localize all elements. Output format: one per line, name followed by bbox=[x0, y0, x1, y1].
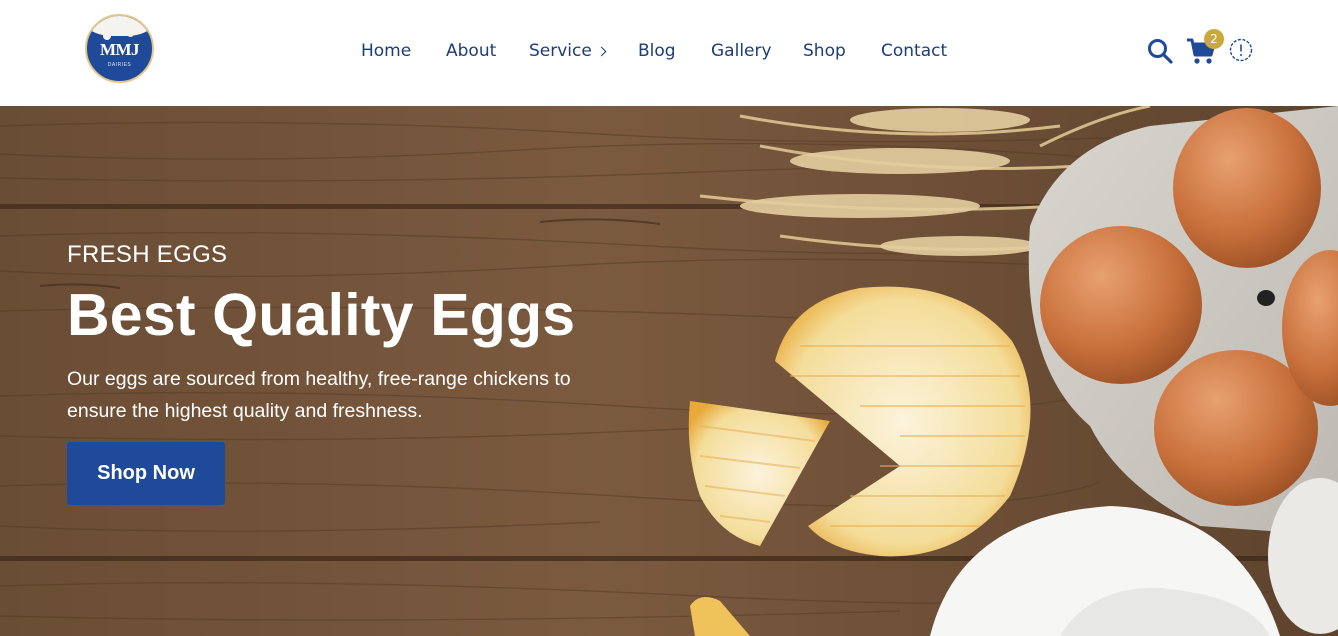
nav-contact[interactable]: Contact bbox=[881, 40, 947, 62]
site-logo[interactable]: MMJ DAIRIES bbox=[85, 14, 154, 83]
nav-about[interactable]: About bbox=[446, 40, 496, 62]
logo-subtext: DAIRIES bbox=[107, 62, 132, 68]
info-icon[interactable] bbox=[1229, 38, 1253, 62]
logo-milk-drip bbox=[87, 16, 152, 40]
site-header: MMJ DAIRIES Home About Service Blog Gall… bbox=[0, 0, 1338, 106]
hero-eyebrow: FRESH EGGS bbox=[67, 241, 228, 268]
nav-service-label: Service bbox=[529, 41, 592, 61]
logo-text: MMJ bbox=[99, 40, 140, 59]
nav-shop[interactable]: Shop bbox=[803, 40, 846, 62]
hero-banner: FRESH EGGS Best Quality Eggs Our eggs ar… bbox=[0, 106, 1338, 636]
chevron-right-icon bbox=[596, 46, 607, 57]
shop-now-button[interactable]: Shop Now bbox=[67, 442, 225, 505]
nav-home[interactable]: Home bbox=[361, 40, 411, 62]
nav-blog[interactable]: Blog bbox=[638, 40, 676, 62]
nav-service[interactable]: Service bbox=[529, 40, 607, 62]
search-icon[interactable] bbox=[1147, 38, 1173, 64]
nav-gallery[interactable]: Gallery bbox=[711, 40, 772, 62]
hero-headline: Best Quality Eggs bbox=[67, 282, 576, 348]
hero-description: Our eggs are sourced from healthy, free-… bbox=[67, 368, 571, 422]
cart-count-badge: 2 bbox=[1204, 29, 1224, 49]
